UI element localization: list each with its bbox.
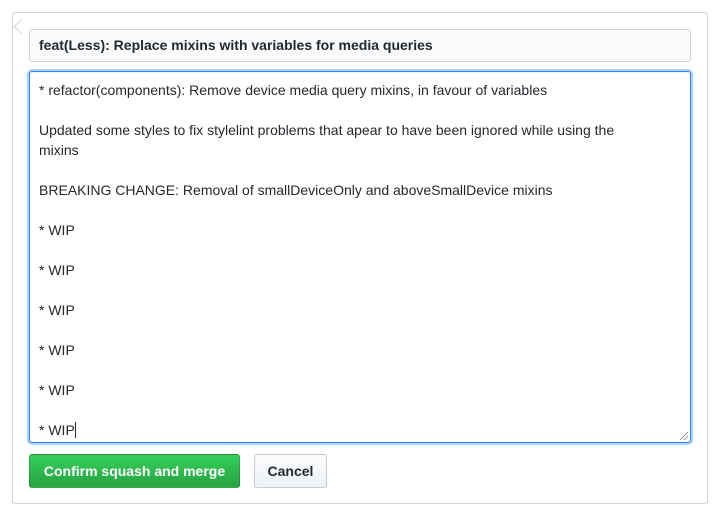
commit-message-line: mixins bbox=[39, 140, 681, 160]
commit-message-line bbox=[39, 200, 681, 220]
commit-message-line bbox=[39, 100, 681, 120]
commit-message-line: * WIP bbox=[39, 260, 681, 280]
commit-message-line: * WIP bbox=[39, 300, 681, 320]
commit-message-line bbox=[39, 400, 681, 420]
commit-message-line: * WIP bbox=[39, 420, 681, 440]
commit-title-input[interactable]: feat(Less): Replace mixins with variable… bbox=[29, 29, 691, 62]
resize-handle-icon[interactable] bbox=[680, 432, 688, 440]
commit-message-line-text: * WIP bbox=[39, 302, 75, 318]
commit-message-line-text: * WIP bbox=[39, 382, 75, 398]
commit-title-text: feat(Less): Replace mixins with variable… bbox=[39, 37, 433, 53]
commit-message-line: * refactor(components): Remove device me… bbox=[39, 80, 681, 100]
commit-message-line: * WIP bbox=[39, 380, 681, 400]
commit-message-line-text: Updated some styles to fix stylelint pro… bbox=[39, 122, 615, 138]
commit-message-lines: * refactor(components): Remove device me… bbox=[39, 80, 681, 440]
commit-message-line: Updated some styles to fix stylelint pro… bbox=[39, 120, 681, 140]
commit-message-line-text: BREAKING CHANGE: Removal of smallDeviceO… bbox=[39, 182, 553, 198]
text-cursor bbox=[74, 422, 76, 438]
commit-message-textarea[interactable]: * refactor(components): Remove device me… bbox=[29, 71, 691, 443]
commit-message-line-text: * WIP bbox=[39, 262, 75, 278]
commit-message-line bbox=[39, 360, 681, 380]
commit-message-line-text: * refactor(components): Remove device me… bbox=[39, 82, 548, 98]
commit-message-line: BREAKING CHANGE: Removal of smallDeviceO… bbox=[39, 180, 681, 200]
confirm-squash-merge-button[interactable]: Confirm squash and merge bbox=[29, 454, 240, 488]
commit-message-line: * WIP bbox=[39, 340, 681, 360]
commit-message-line bbox=[39, 320, 681, 340]
commit-message-line bbox=[39, 280, 681, 300]
commit-message-line bbox=[39, 160, 681, 180]
commit-message-line-text: * WIP bbox=[39, 422, 75, 438]
cancel-button-label: Cancel bbox=[267, 463, 314, 479]
commit-message-line bbox=[39, 240, 681, 260]
commit-message-line-text: * WIP bbox=[39, 342, 75, 358]
confirm-button-label: Confirm squash and merge bbox=[43, 463, 226, 479]
panel-caret bbox=[13, 18, 30, 35]
cancel-button[interactable]: Cancel bbox=[254, 454, 327, 488]
commit-message-line-text: * WIP bbox=[39, 222, 75, 238]
commit-message-line-text: mixins bbox=[39, 142, 79, 158]
commit-message-line: * WIP bbox=[39, 220, 681, 240]
